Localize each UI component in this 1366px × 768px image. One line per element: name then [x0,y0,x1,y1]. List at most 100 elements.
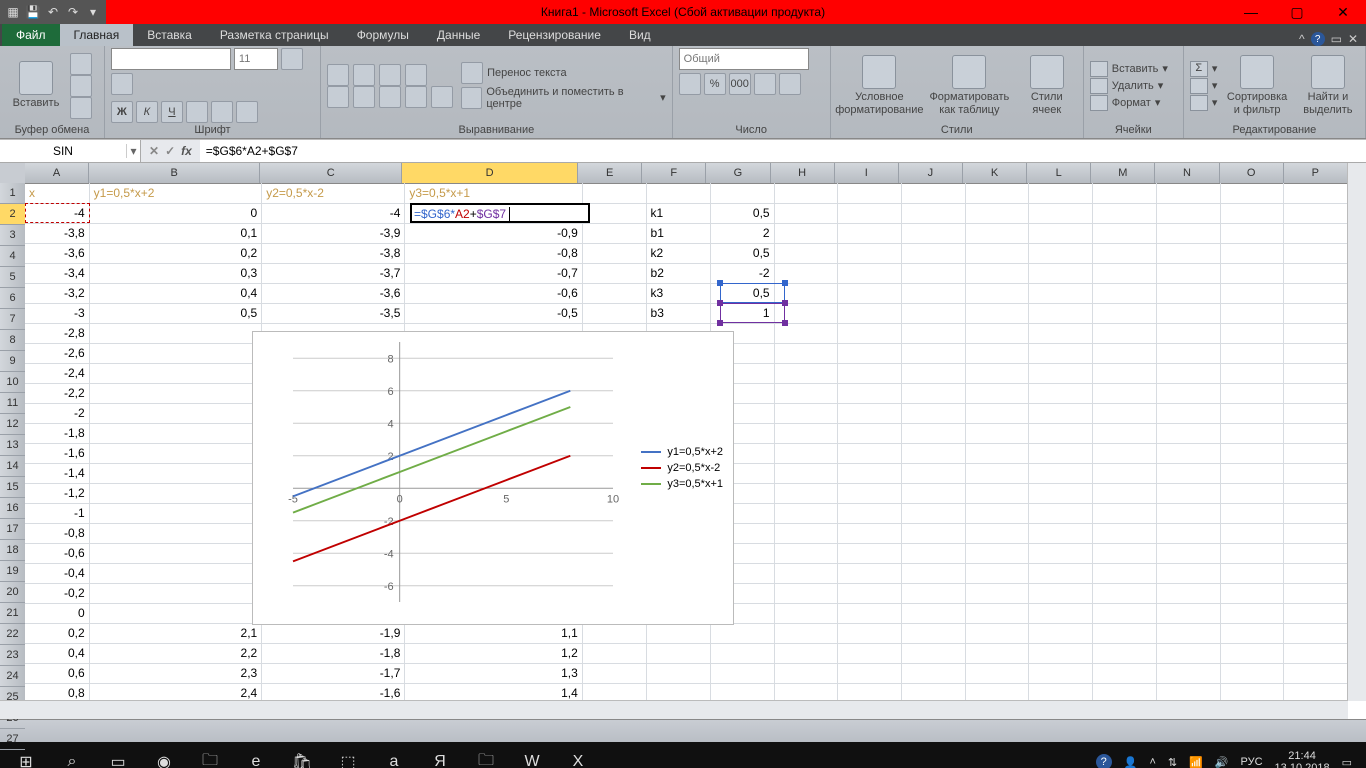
decrease-indent-icon[interactable] [405,86,427,108]
excel-taskbar-icon[interactable]: X [556,746,600,768]
worksheet: ABCDEFGHIJKLMNOP 12345678910111213141516… [0,163,1366,719]
insert-cells-button[interactable]: Вставить ▾ [1090,61,1168,77]
cortana-icon[interactable]: ◉ [142,746,186,768]
tab-layout[interactable]: Разметка страницы [206,24,343,46]
cell-styles-button[interactable]: Стили ячеек [1017,53,1077,117]
autosum-button[interactable]: Σ▾ [1190,61,1218,77]
active-cell-editor[interactable]: =$G$6*A2+$G$7 [410,203,590,223]
fill-color-icon[interactable] [211,101,233,123]
decrease-font-icon[interactable] [111,73,133,95]
align-top-icon[interactable] [327,64,349,86]
formula-input[interactable] [200,140,1366,162]
tray-up-icon[interactable]: ˄ [1149,756,1155,768]
sort-filter-button[interactable]: Сортировка и фильтр [1221,53,1293,117]
redo-icon[interactable]: ↷ [64,3,82,21]
language-indicator[interactable]: РУС [1241,756,1263,768]
clear-button[interactable]: ▾ [1190,95,1218,111]
people-icon[interactable]: 👤 [1124,756,1138,768]
network-icon[interactable]: ⇅ [1168,756,1177,768]
increase-font-icon[interactable] [281,48,303,70]
paste-button[interactable]: Вставить [6,59,66,111]
explorer-icon[interactable]: 🗀 [464,746,508,768]
font-color-icon[interactable] [236,101,258,123]
undo-icon[interactable]: ↶ [44,3,62,21]
italic-icon[interactable]: К [136,101,158,123]
store-icon[interactable]: 🛍 [280,746,324,768]
edge-icon[interactable]: e [234,746,278,768]
vertical-scrollbar[interactable] [1347,163,1366,701]
amazon-icon[interactable]: a [372,746,416,768]
comma-icon[interactable]: 000 [729,73,751,95]
minimize-button[interactable]: — [1228,0,1274,24]
row-headers[interactable]: 1234567891011121314151617181920212223242… [0,183,25,701]
format-table-button[interactable]: Форматировать как таблицу [926,53,1013,117]
column-headers[interactable]: ABCDEFGHIJKLMNOP [25,163,1348,184]
enter-formula-icon[interactable]: ✓ [165,144,175,158]
font-name-select[interactable] [111,48,231,70]
task-view-icon[interactable]: ▭ [96,746,140,768]
clear-icon [1190,95,1208,111]
format-painter-icon[interactable] [70,97,92,119]
embedded-chart[interactable]: -6-4-22468-50510 y1=0,5*x+2y2=0,5*x-2y3=… [252,331,734,625]
cut-icon[interactable] [70,53,92,75]
help-tray-icon[interactable]: ? [1096,754,1112,768]
delete-cells-button[interactable]: Удалить ▾ [1090,78,1168,94]
maximize-button[interactable]: ▢ [1274,0,1320,24]
word-icon[interactable]: W [510,746,554,768]
notifications-icon[interactable]: ▭ [1342,756,1352,768]
merge-center-button[interactable]: Объединить и поместить в центре ▾ [461,86,666,110]
copy-icon[interactable] [70,75,92,97]
tab-formulas[interactable]: Формулы [343,24,423,46]
align-bottom-icon[interactable] [379,64,401,86]
cells-area[interactable]: xy1=0,5*x+2y2=0,5*x-2y3=0,5*x+1-40-4k10,… [25,183,1348,701]
volume-icon[interactable]: 🔊 [1215,756,1229,768]
fx-icon[interactable]: fx [181,144,192,158]
tab-home[interactable]: Главная [60,24,134,46]
clock[interactable]: 21:4413.10.2018 [1275,750,1330,768]
qat-more-icon[interactable]: ▾ [84,3,102,21]
horizontal-scrollbar[interactable] [0,700,1348,719]
align-center-icon[interactable] [353,86,375,108]
wrap-text-button[interactable]: Перенос текста [461,62,666,84]
svg-text:-4: -4 [384,548,394,560]
svg-text:5: 5 [503,493,509,505]
wifi-icon[interactable]: 📶 [1189,756,1203,768]
tab-insert[interactable]: Вставка [133,24,206,46]
file-tab[interactable]: Файл [2,24,60,46]
select-all-corner[interactable] [0,163,26,184]
name-box[interactable] [0,144,126,158]
ribbon-options-icon[interactable]: ▭ [1331,32,1342,46]
tab-data[interactable]: Данные [423,24,494,46]
align-left-icon[interactable] [327,86,349,108]
ribbon-close-icon[interactable]: ✕ [1348,32,1358,46]
percent-icon[interactable]: % [704,73,726,95]
format-cells-button[interactable]: Формат ▾ [1090,95,1168,111]
cancel-formula-icon[interactable]: ✕ [149,144,159,158]
underline-icon[interactable]: Ч [161,101,183,123]
align-right-icon[interactable] [379,86,401,108]
yandex-icon[interactable]: Я [418,746,462,768]
fill-button[interactable]: ▾ [1190,78,1218,94]
increase-indent-icon[interactable] [431,86,453,108]
bold-icon[interactable]: Ж [111,101,133,123]
decrease-decimal-icon[interactable] [779,73,801,95]
increase-decimal-icon[interactable] [754,73,776,95]
align-middle-icon[interactable] [353,64,375,86]
save-icon[interactable]: 💾 [24,3,42,21]
help-icon[interactable]: ? [1311,32,1325,46]
conditional-format-button[interactable]: Условное форматирование [837,53,922,117]
search-icon[interactable]: ⌕ [50,746,94,768]
tab-view[interactable]: Вид [615,24,665,46]
minimize-ribbon-icon[interactable]: ^ [1299,32,1305,46]
folder-icon[interactable]: 🗀 [188,746,232,768]
close-button[interactable]: ✕ [1320,0,1366,24]
orientation-icon[interactable] [405,64,427,86]
name-box-dropdown[interactable]: ▾ [126,144,140,158]
number-format-select[interactable]: Общий [679,48,809,70]
border-icon[interactable] [186,101,208,123]
tab-review[interactable]: Рецензирование [494,24,615,46]
currency-icon[interactable] [679,73,701,95]
font-size-select[interactable]: 11 [234,48,278,70]
find-select-button[interactable]: Найти и выделить [1297,53,1359,117]
dropbox-icon[interactable]: ⬚ [326,746,370,768]
